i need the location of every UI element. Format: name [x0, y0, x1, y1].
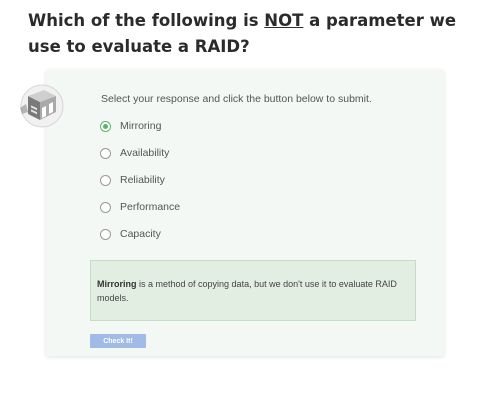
radio-button-selected[interactable]	[100, 120, 111, 132]
instructions-text: Select your response and click the butto…	[101, 93, 372, 105]
server-rack-icon	[20, 84, 64, 128]
feedback-box: Mirroring is a method of copying data, b…	[90, 260, 416, 321]
option-label: Mirroring	[120, 120, 162, 132]
radio-button[interactable]	[100, 174, 111, 186]
option-label: Capacity	[120, 228, 161, 240]
radio-button[interactable]	[100, 147, 111, 159]
question-prefix: Which of the following is	[28, 11, 265, 30]
feedback-bold: Mirroring	[97, 279, 137, 289]
option-label: Performance	[120, 201, 181, 213]
check-it-button[interactable]: Check It!	[90, 334, 146, 348]
question-text: Which of the following is NOT a paramete…	[28, 8, 468, 60]
radio-button[interactable]	[100, 201, 111, 213]
option-label: Availability	[120, 147, 170, 159]
option-label: Reliability	[120, 174, 165, 186]
question-emphasis: NOT	[264, 11, 304, 30]
feedback-text: is a method of copying data, but we don'…	[97, 279, 397, 303]
option-mirroring[interactable]: Mirroring	[100, 118, 161, 134]
option-availability[interactable]: Availability	[100, 145, 169, 161]
option-performance[interactable]: Performance	[100, 199, 180, 215]
radio-button[interactable]	[100, 228, 111, 240]
option-capacity[interactable]: Capacity	[100, 226, 161, 242]
option-reliability[interactable]: Reliability	[100, 172, 165, 188]
